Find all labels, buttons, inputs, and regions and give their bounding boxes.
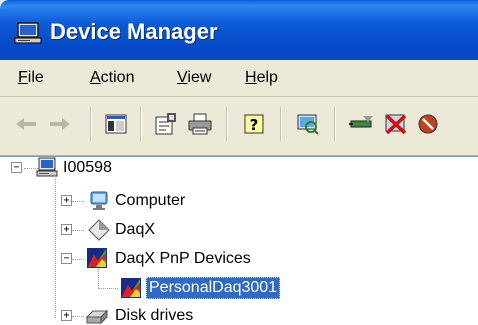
computer-monitor-icon [90, 191, 108, 210]
tree-connector [72, 230, 84, 232]
help-icon: ? [244, 114, 264, 134]
menu-help-accel: H [245, 69, 257, 86]
update-driver-button[interactable] [348, 110, 376, 138]
menu-view[interactable]: View [177, 69, 211, 87]
properties-icon [155, 113, 176, 135]
menu-action-accel: A [90, 69, 101, 86]
tree-node-disk-drives[interactable]: Disk drives [113, 306, 195, 325]
daq-device-icon [121, 278, 141, 298]
root-collapse-toggle[interactable]: − [11, 162, 22, 173]
disable-device-icon [385, 114, 407, 135]
computer-icon [14, 22, 42, 44]
daq-device-icon [87, 248, 107, 268]
tree-connector [55, 179, 57, 318]
menu-action[interactable]: Action [90, 69, 134, 87]
menu-help-rest: elp [256, 69, 278, 86]
tree-node-computer[interactable]: Computer [113, 191, 187, 211]
toolbar-separator [90, 107, 92, 141]
disk-drive-icon [86, 309, 108, 325]
uninstall-device-icon [418, 114, 438, 134]
back-arrow-icon [16, 118, 36, 130]
toolbar: ? [0, 97, 478, 156]
tree-node-personaldaq3001[interactable]: PersonalDaq3001 [146, 277, 281, 299]
toolbar-separator [334, 107, 336, 141]
tree-connector [98, 288, 118, 290]
menu-file-accel: F [18, 69, 28, 86]
menu-action-rest: ction [100, 69, 135, 86]
computer-expand-toggle[interactable]: + [61, 195, 72, 206]
scan-hardware-button[interactable] [294, 110, 322, 138]
tree-root-label[interactable]: I00598 [61, 158, 114, 178]
uninstall-device-button[interactable] [414, 110, 442, 138]
back-button[interactable] [12, 110, 40, 138]
window-title: Device Manager [50, 19, 218, 44]
menu-file[interactable]: File [18, 69, 44, 87]
toolbar-separator [226, 107, 228, 141]
daqx-pnp-collapse-toggle[interactable]: − [61, 253, 72, 264]
help-button[interactable]: ? [240, 110, 268, 138]
daqx-expand-toggle[interactable]: + [61, 224, 72, 235]
forward-arrow-icon [50, 118, 70, 130]
show-hide-tree-button[interactable] [102, 110, 130, 138]
device-tree: − I00598 + Computer + DaqX − DaqX PnP De… [0, 156, 478, 325]
tree-connector [72, 259, 84, 261]
tree-connector [72, 316, 84, 318]
menu-view-accel: V [177, 69, 188, 86]
printer-icon [188, 113, 212, 135]
tree-node-daqx[interactable]: DaqX [113, 220, 157, 240]
menu-view-rest: iew [187, 69, 212, 86]
tree-connector [98, 269, 100, 288]
computer-icon [36, 157, 58, 177]
disable-device-button[interactable] [382, 110, 410, 138]
daqx-diamond-icon [88, 219, 110, 241]
print-button[interactable] [186, 110, 214, 138]
scan-hardware-icon [297, 114, 319, 135]
tree-node-daqx-pnp-devices[interactable]: DaqX PnP Devices [113, 249, 253, 269]
update-driver-icon [349, 116, 373, 128]
menu-file-rest: ile [27, 69, 44, 86]
disk-drives-expand-toggle[interactable]: + [61, 310, 72, 321]
toolbar-separator [280, 107, 282, 141]
menu-bar: File Action View Help [0, 60, 478, 97]
svg-text:?: ? [250, 116, 259, 134]
properties-button[interactable] [152, 110, 180, 138]
title-bar[interactable]: Device Manager [0, 0, 478, 60]
forward-button[interactable] [46, 110, 74, 138]
device-manager-window: Device Manager File Action View Help ? −… [0, 0, 478, 325]
console-tree-icon [105, 114, 127, 134]
menu-help[interactable]: Help [245, 69, 278, 87]
toolbar-separator [140, 107, 142, 141]
tree-connector [72, 201, 84, 203]
